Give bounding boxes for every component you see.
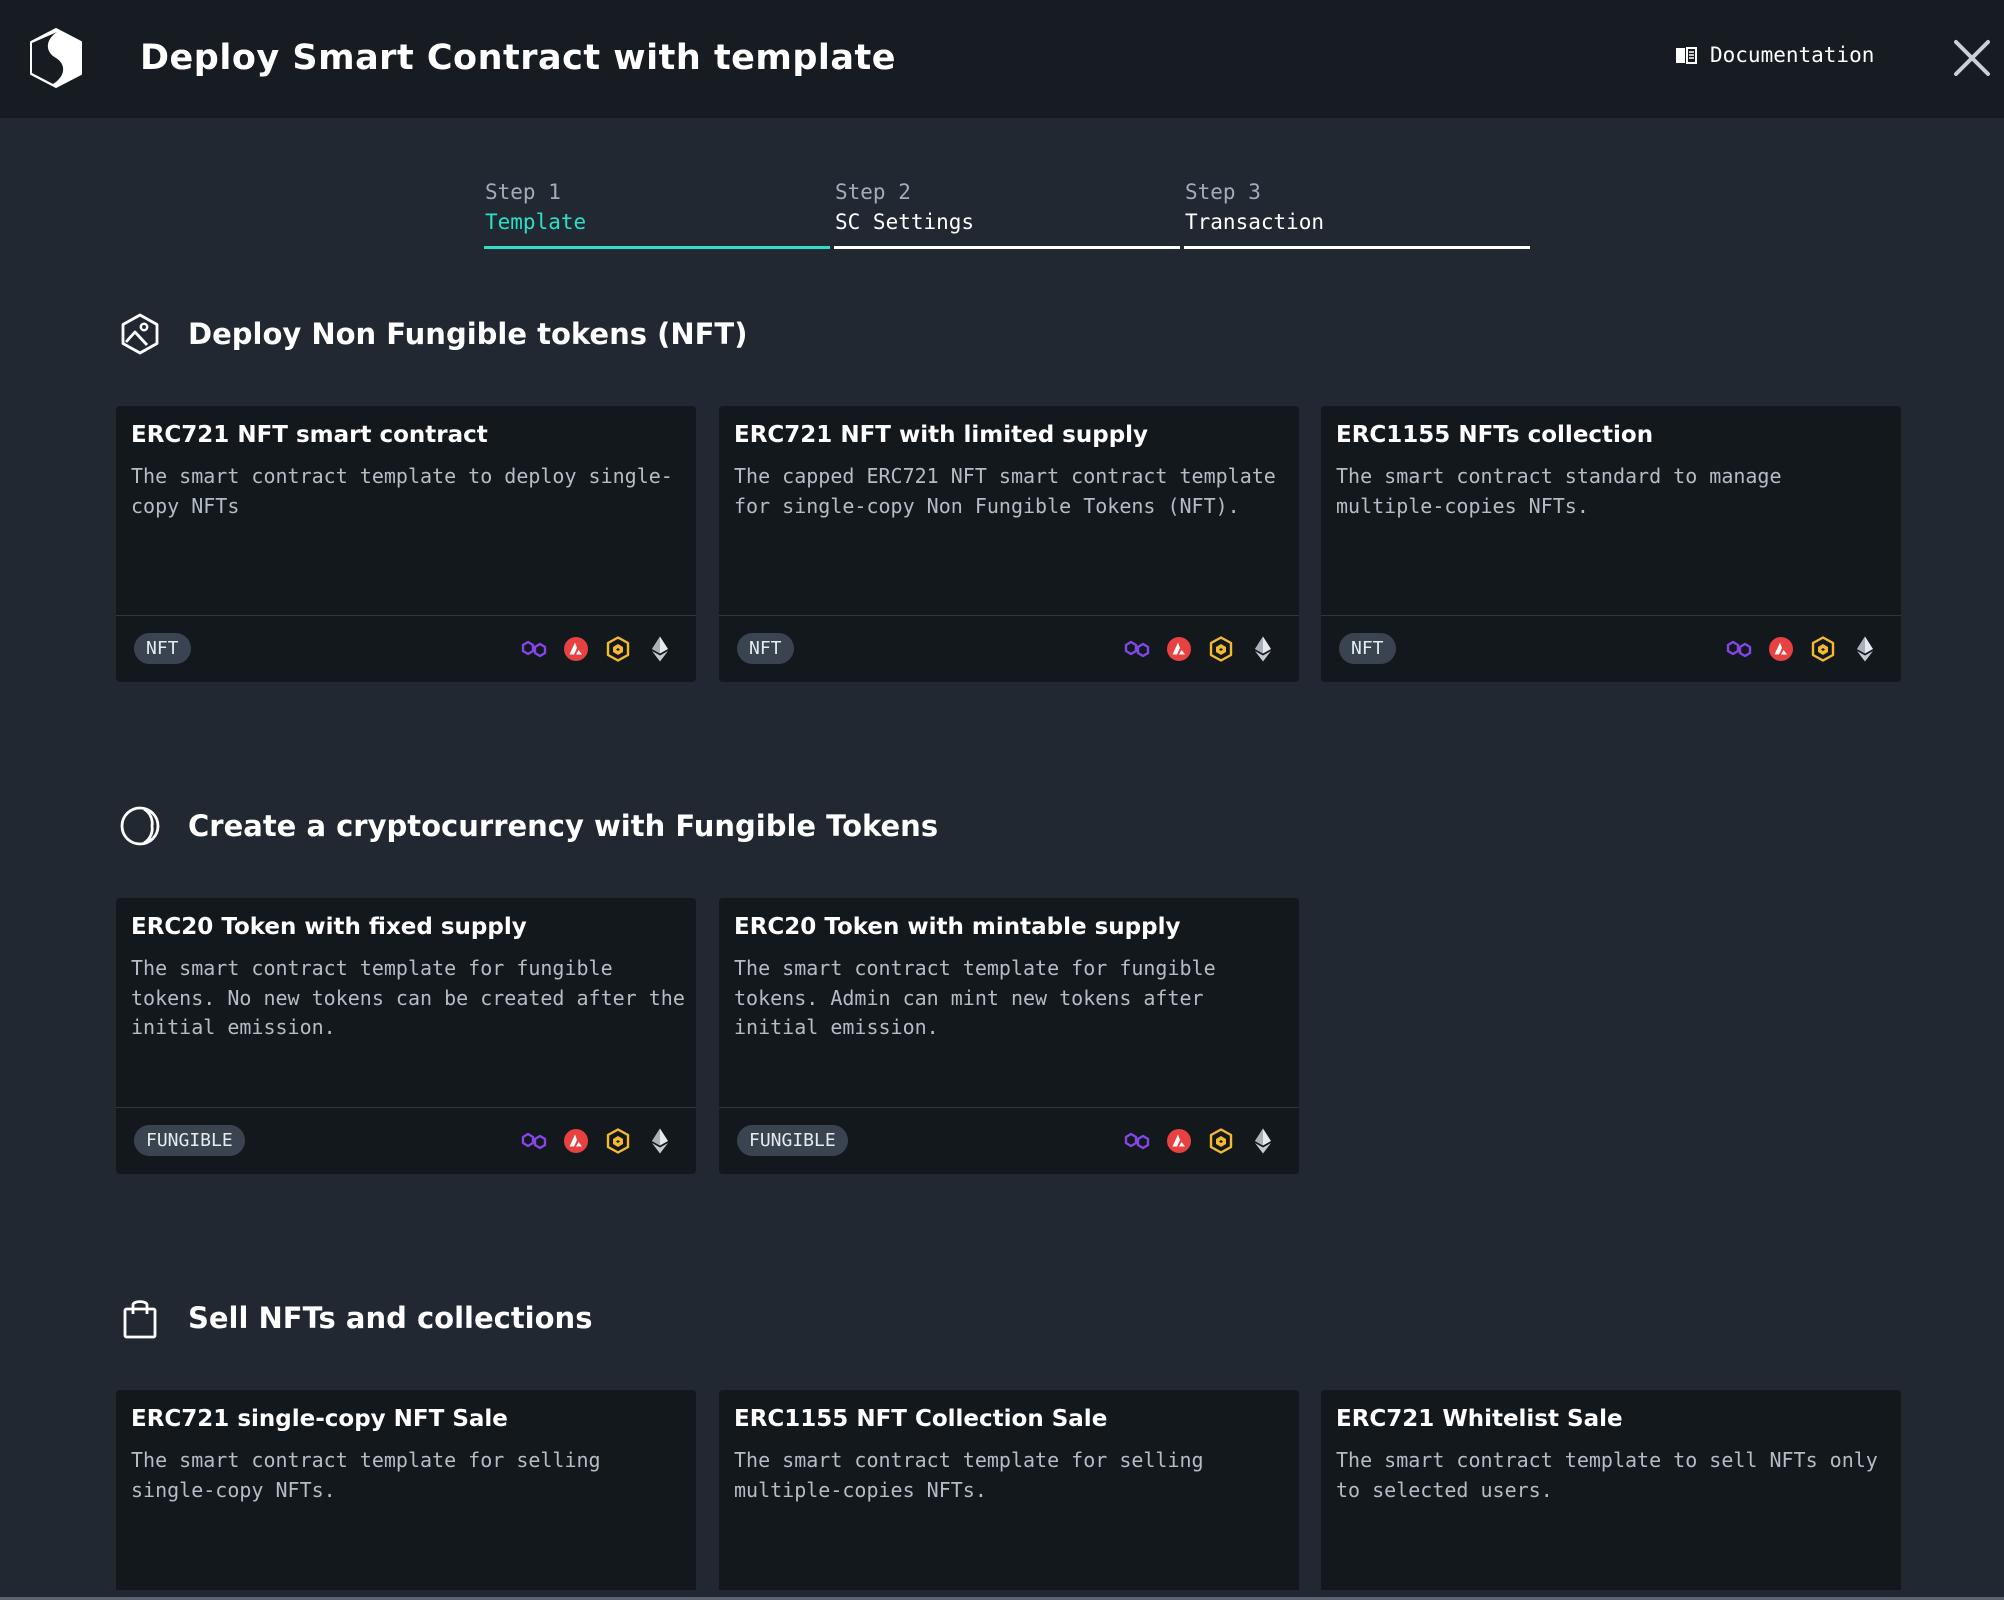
ethereum-icon	[652, 1128, 668, 1154]
card-footer: NFT	[719, 615, 1299, 682]
shopping-bag-icon	[123, 1300, 157, 1339]
card-description: The smart contract template for selling …	[131, 1448, 601, 1502]
card-title: ERC20 Token with mintable supply	[734, 914, 1181, 940]
polygon-icon	[521, 1132, 547, 1150]
step-progress-bar	[1184, 246, 1530, 249]
type-badge: FUNGIBLE	[134, 1125, 245, 1156]
step-transaction[interactable]: Step 3 Transaction	[1184, 178, 1530, 250]
documentation-link[interactable]: Documentation	[1674, 38, 1874, 72]
polygon-icon	[521, 640, 547, 658]
ethereum-icon	[1255, 636, 1271, 662]
type-badge: NFT	[1339, 633, 1396, 664]
card-description: The smart contract template to sell NFTs…	[1336, 1448, 1878, 1502]
avalanche-icon	[1167, 637, 1191, 661]
bnb-icon	[606, 636, 630, 662]
book-icon	[1676, 47, 1697, 64]
supported-chains	[520, 635, 674, 663]
card-title: ERC721 NFT smart contract	[131, 422, 488, 448]
avalanche-icon	[564, 637, 588, 661]
section-header-fungible: Create a cryptocurrency with Fungible To…	[118, 796, 938, 856]
bnb-icon	[1209, 636, 1233, 662]
card-title: ERC721 NFT with limited supply	[734, 422, 1149, 448]
card-title: ERC1155 NFT Collection Sale	[734, 1406, 1108, 1432]
step-number: Step 1	[485, 180, 561, 204]
step-label: Transaction	[1185, 210, 1325, 234]
card-footer: FUNGIBLE	[719, 1107, 1299, 1174]
card-title: ERC1155 NFTs collection	[1336, 422, 1654, 448]
card-description: The smart contract template for selling …	[734, 1448, 1204, 1502]
ethereum-icon	[1255, 1128, 1271, 1154]
card-title: ERC721 single-copy NFT Sale	[131, 1406, 508, 1432]
section-header-nft: Deploy Non Fungible tokens (NFT)	[118, 304, 747, 364]
bnb-icon	[606, 1128, 630, 1154]
ethereum-icon	[1857, 636, 1873, 662]
type-badge: FUNGIBLE	[737, 1125, 848, 1156]
avalanche-icon	[564, 1129, 588, 1153]
top-bar: Deploy Smart Contract with template Docu…	[0, 0, 2004, 118]
ethereum-icon	[652, 636, 668, 662]
card-description: The smart contract standard to manage mu…	[1336, 464, 1782, 518]
step-label: Template	[485, 210, 587, 234]
card-footer: FUNGIBLE	[116, 1107, 696, 1174]
supported-chains	[1123, 1127, 1277, 1155]
template-card-erc721-nft[interactable]: ERC721 NFT smart contract The smart cont…	[116, 406, 696, 682]
template-card-erc1155-collection[interactable]: ERC1155 NFTs collection The smart contra…	[1321, 406, 1901, 682]
polygon-icon	[1726, 640, 1752, 658]
step-sc-settings[interactable]: Step 2 SC Settings	[834, 178, 1180, 250]
section-title: Sell NFTs and collections	[188, 1301, 593, 1335]
step-template[interactable]: Step 1 Template	[484, 178, 830, 250]
supported-chains	[1725, 635, 1879, 663]
section-header-sell: Sell NFTs and collections	[118, 1288, 592, 1348]
stepper: Step 1 Template Step 2 SC Settings Step …	[484, 178, 1534, 252]
polygon-icon	[1124, 1132, 1150, 1150]
supported-chains	[1123, 635, 1277, 663]
card-description: The smart contract template to deploy si…	[131, 464, 673, 518]
card-footer: NFT	[1321, 615, 1901, 682]
card-description: The smart contract template for fungible…	[734, 956, 1216, 1039]
card-description: The smart contract template for fungible…	[131, 956, 685, 1039]
template-card-erc721-whitelist-sale[interactable]: ERC721 Whitelist Sale The smart contract…	[1321, 1390, 1901, 1590]
template-card-erc1155-sale[interactable]: ERC1155 NFT Collection Sale The smart co…	[719, 1390, 1299, 1590]
close-icon[interactable]	[1950, 36, 1994, 80]
bnb-icon	[1209, 1128, 1233, 1154]
type-badge: NFT	[134, 633, 191, 664]
page-title: Deploy Smart Contract with template	[140, 38, 897, 78]
template-card-erc721-sale[interactable]: ERC721 single-copy NFT Sale The smart co…	[116, 1390, 696, 1590]
step-progress-bar	[834, 246, 1180, 249]
template-card-erc20-mintable[interactable]: ERC20 Token with mintable supply The sma…	[719, 898, 1299, 1174]
card-title: ERC721 Whitelist Sale	[1336, 1406, 1623, 1432]
avalanche-icon	[1167, 1129, 1191, 1153]
step-number: Step 3	[1185, 180, 1261, 204]
avalanche-icon	[1769, 637, 1793, 661]
template-card-erc20-fixed[interactable]: ERC20 Token with fixed supply The smart …	[116, 898, 696, 1174]
documentation-label: Documentation	[1710, 43, 1875, 67]
nft-image-icon	[121, 313, 159, 355]
template-card-erc721-limited[interactable]: ERC721 NFT with limited supply The cappe…	[719, 406, 1299, 682]
polygon-icon	[1124, 640, 1150, 658]
section-title: Create a cryptocurrency with Fungible To…	[188, 809, 939, 843]
step-progress-bar	[484, 246, 830, 249]
card-description: The capped ERC721 NFT smart contract tem…	[734, 464, 1276, 518]
bnb-icon	[1811, 636, 1835, 662]
app-logo-icon	[30, 28, 82, 88]
card-footer: NFT	[116, 615, 696, 682]
card-title: ERC20 Token with fixed supply	[131, 914, 527, 940]
section-title: Deploy Non Fungible tokens (NFT)	[188, 317, 748, 351]
step-number: Step 2	[835, 180, 911, 204]
type-badge: NFT	[737, 633, 794, 664]
supported-chains	[520, 1127, 674, 1155]
step-label: SC Settings	[835, 210, 975, 234]
coin-icon	[120, 806, 160, 846]
